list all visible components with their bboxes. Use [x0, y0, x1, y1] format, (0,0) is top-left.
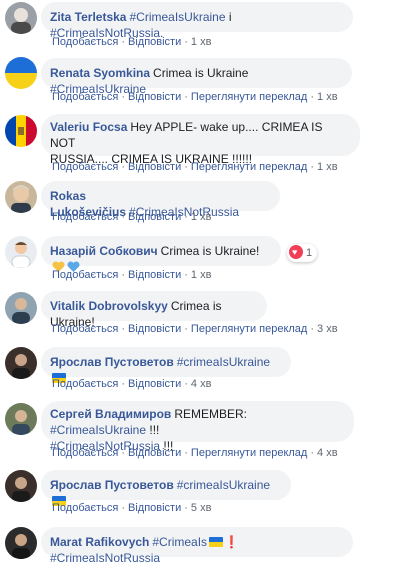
comment-actions: Подобається · Відповісти · 1 хв [52, 211, 212, 223]
avatar[interactable] [5, 181, 37, 213]
timestamp[interactable]: 1 хв [317, 91, 338, 103]
comment-author[interactable]: Marat Rafikovych [50, 535, 149, 549]
see-translation-link[interactable]: Переглянути переклад [191, 161, 307, 173]
comment-text: Crimea is Ukraine! [160, 244, 260, 258]
hashtag[interactable]: #crimeaIsUkraine [177, 478, 270, 492]
comment-author[interactable]: Valeriu Focsa [50, 120, 127, 134]
comment-author[interactable]: Ярослав Пустоветов [50, 355, 174, 369]
reply-link[interactable]: Відповісти [128, 502, 181, 514]
reply-link[interactable]: Відповісти [128, 269, 181, 281]
comment-author[interactable]: Сергей Владимиров [50, 407, 171, 421]
timestamp[interactable]: 4 хв [317, 447, 338, 459]
like-link[interactable]: Подобається [52, 91, 118, 103]
comment-bubble: Ярослав Пустоветов #crimeaIsUkraine [41, 470, 291, 506]
reply-link[interactable]: Відповісти [128, 161, 181, 173]
comment-actions: Подобається · Відповісти · Переглянути перек… [52, 91, 338, 103]
comment-text: Crimea is Ukraine [153, 66, 249, 80]
comment-actions: Подобається · Відповісти · 5 хв [52, 502, 212, 514]
timestamp[interactable]: 1 хв [191, 211, 212, 223]
reply-link[interactable]: Відповісти [128, 91, 181, 103]
comment-bubble: Назарій Собкович Crimea is Ukraine! [41, 236, 281, 272]
comment-bubble: Vitalik Dobrovolskyy Crimea is Ukraine! [41, 291, 267, 329]
avatar[interactable] [5, 347, 37, 379]
see-translation-link[interactable]: Переглянути переклад [191, 323, 307, 335]
avatar[interactable] [5, 236, 37, 268]
like-link[interactable]: Подобається [52, 211, 118, 223]
comment-actions: Подобається · Відповісти · 1 хв [52, 36, 212, 48]
ukraine-flag-icon [209, 537, 224, 547]
timestamp[interactable]: 1 хв [191, 269, 212, 281]
avatar[interactable] [5, 403, 37, 435]
see-translation-link[interactable]: Переглянути переклад [191, 91, 307, 103]
like-link[interactable]: Подобається [52, 447, 118, 459]
comment-actions: Подобається · Відповісти · 4 хв [52, 378, 212, 390]
comment-actions: Подобається · Відповісти · Переглянути перек… [52, 161, 338, 173]
love-reaction-icon [289, 245, 303, 259]
comment-actions: Подобається · Відповісти · Переглянути перек… [52, 323, 338, 335]
like-link[interactable]: Подобається [52, 502, 118, 514]
comment-author[interactable]: Назарій Собкович [50, 244, 158, 258]
comment-author[interactable]: Ярослав Пустоветов [50, 478, 174, 492]
comment-text: REMEMBER: [174, 407, 247, 421]
comment-actions: Подобається · Відповісти · Переглянути перек… [52, 447, 338, 459]
like-link[interactable]: Подобається [52, 36, 118, 48]
like-link[interactable]: Подобається [52, 269, 118, 281]
avatar[interactable] [5, 2, 37, 34]
comment-bubble: Marat Rafikovych #CrimeaIs ❗ #CrimeaIsNotR… [41, 527, 353, 565]
comment-author[interactable]: Vitalik Dobrovolskyy [50, 299, 168, 313]
like-link[interactable]: Подобається [52, 323, 118, 335]
timestamp[interactable]: 4 хв [191, 378, 212, 390]
comment-bubble: Valeriu Focsa Hey APPLE- wake up.... CRIM… [41, 114, 360, 166]
reply-link[interactable]: Відповісти [128, 447, 181, 459]
avatar[interactable] [5, 292, 37, 324]
comment-bubble: Ярослав Пустоветов #crimeaIsUkraine [41, 347, 291, 383]
see-translation-link[interactable]: Переглянути переклад [191, 447, 307, 459]
like-link[interactable]: Подобається [52, 378, 118, 390]
comment-bubble: Rokas Lukoševičius #CrimeaIsNotRussia [41, 181, 280, 219]
comment-author[interactable]: Renata Syomkina [50, 66, 150, 80]
reply-link[interactable]: Відповісти [128, 211, 181, 223]
timestamp[interactable]: 1 хв [191, 36, 212, 48]
comment-bubble: Zita Terletska #CrimeaIsUkraine і #Crimea… [41, 2, 353, 40]
comment-bubble: Renata Syomkina Crimea is Ukraine #Crimea… [41, 58, 352, 96]
reply-link[interactable]: Відповісти [128, 36, 181, 48]
hashtag[interactable]: #CrimeaIs [152, 535, 207, 549]
comment-actions: Подобається · Відповісти · 1 хв [52, 269, 212, 281]
comment-author[interactable]: Zita Terletska [50, 10, 126, 24]
hashtag[interactable]: #CrimeaIsUkraine [129, 10, 225, 24]
reaction-count[interactable]: 1 [287, 244, 318, 262]
hashtag[interactable]: #CrimeaIsUkraine [50, 423, 146, 437]
avatar[interactable] [5, 470, 37, 502]
reply-link[interactable]: Відповісти [128, 323, 181, 335]
comment-text: і [225, 10, 232, 24]
red-exclamation-icon: ❗ [224, 535, 240, 549]
like-link[interactable]: Подобається [52, 161, 118, 173]
comment-bubble: Сергей Владимиров REMEMBER: #CrimeaIsUkra… [41, 401, 354, 453]
hashtag[interactable]: #CrimeaIsNotRussia [50, 551, 160, 565]
avatar[interactable] [5, 115, 37, 147]
reply-link[interactable]: Відповісти [128, 378, 181, 390]
avatar[interactable] [5, 527, 37, 559]
timestamp[interactable]: 5 хв [191, 502, 212, 514]
hashtag[interactable]: #crimeaIsUkraine [177, 355, 270, 369]
timestamp[interactable]: 3 хв [317, 323, 338, 335]
timestamp[interactable]: 1 хв [317, 161, 338, 173]
avatar[interactable] [5, 57, 37, 89]
